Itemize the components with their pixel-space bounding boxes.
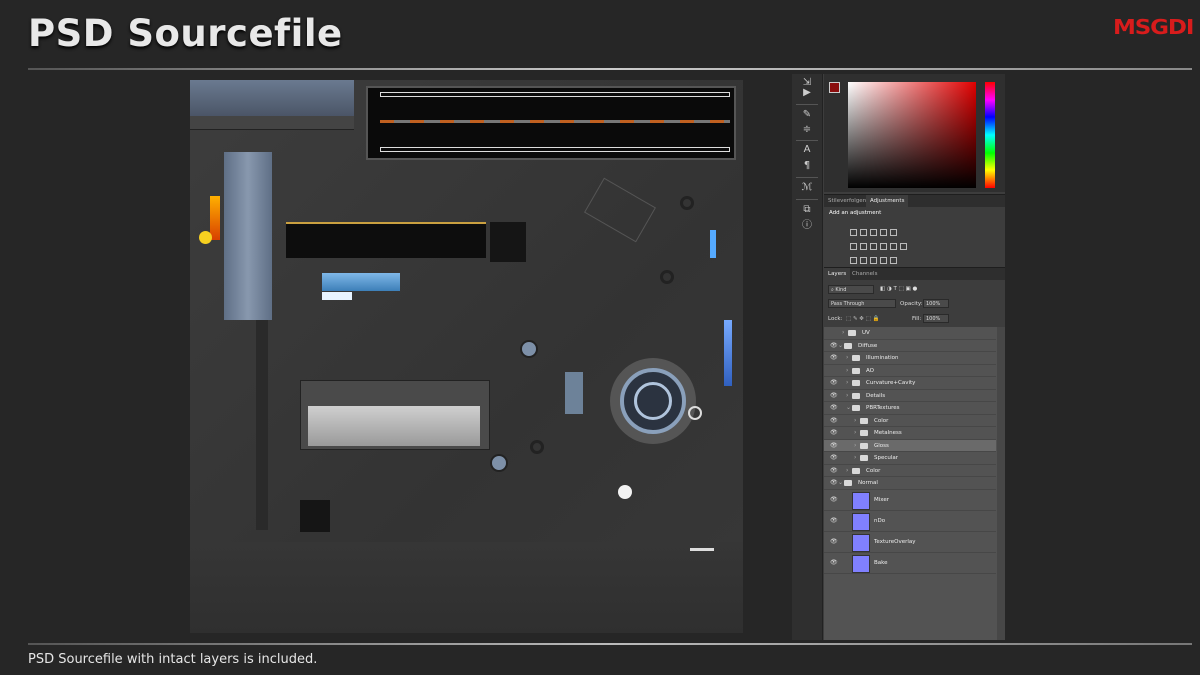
layer-name: Illumination [866, 355, 899, 361]
tab-layers[interactable]: Layers [824, 268, 851, 280]
eye-icon[interactable]: 👁 [830, 538, 838, 545]
adjustment-icons-row-2[interactable] [850, 235, 910, 250]
layer-name: Details [866, 392, 886, 399]
eye-icon[interactable]: 👁 [830, 480, 838, 486]
layer-row[interactable]: 👁 › Specular [824, 452, 996, 465]
play-icon[interactable]: ▶ [801, 87, 813, 99]
brush-icon[interactable]: ✎ [801, 109, 813, 121]
layer-row[interactable]: 👁 Bake [824, 553, 996, 574]
layer-name: Specular [874, 455, 899, 461]
layer-name: Mixer [874, 496, 890, 503]
eye-icon[interactable]: 👁 [830, 517, 838, 524]
layer-row[interactable]: 👁 Mixer [824, 490, 996, 511]
eye-icon[interactable]: 👁 [830, 417, 838, 424]
layer-row[interactable]: 👁 › Metalness [824, 427, 996, 440]
eye-icon[interactable]: 👁 [830, 380, 838, 386]
eye-icon[interactable]: 👁 [830, 430, 838, 436]
tab-adjustments[interactable]: Adjustments [866, 195, 909, 207]
color-picker-panel [824, 74, 1005, 192]
layer-row[interactable]: 👁 › Curvature+Cavity [824, 377, 996, 390]
blend-mode-select[interactable]: Pass Through [828, 299, 896, 308]
eye-icon[interactable]: 👁 [830, 405, 838, 411]
layer-row-selected[interactable]: 👁 › Gloss [824, 439, 996, 452]
layer-thumbnail [852, 512, 870, 531]
lock-label: Lock: [828, 316, 843, 322]
photoshop-panels: ⇲ ▶ ✎ ≑ A ¶ ℳ ⧉ ⓘ Stileverfolgen Adjustm… [792, 74, 1005, 640]
opacity-field[interactable]: 100% [923, 299, 949, 308]
layers-tabbar: Layers Channels [824, 267, 1005, 280]
layers-list: › UV 👁 ⌄ Diffuse 👁 › Illumination › AO 👁… [824, 327, 1005, 640]
fill-label: Fill: [912, 316, 922, 322]
layer-name: TextureOverlay [874, 538, 916, 545]
adjustments-tabbar: Stileverfolgen Adjustments [824, 194, 1005, 207]
eye-icon[interactable]: 👁 [830, 455, 838, 461]
layer-name: Color [874, 417, 889, 424]
layer-thumbnail [852, 533, 870, 552]
info-icon[interactable]: ⓘ [801, 220, 813, 232]
layer-name: PBRTextures [866, 405, 900, 411]
lock-icons[interactable]: ⬚ ✎ ✥ ⬚ 🔒 [846, 315, 879, 323]
eye-icon[interactable]: 👁 [830, 442, 838, 449]
foreground-color-swatch[interactable] [829, 82, 840, 93]
filter-icons[interactable]: ◧ ◑ T ⬚ ▣ ● [880, 285, 917, 293]
eye-icon[interactable]: 👁 [830, 355, 838, 361]
type-icon[interactable]: A [801, 144, 813, 156]
layer-name: Normal [858, 480, 878, 486]
top-divider [28, 68, 1192, 70]
eye-icon[interactable]: 👁 [830, 559, 838, 566]
saturation-value-field[interactable] [848, 82, 976, 188]
layer-row[interactable]: 👁 › Details [824, 390, 996, 402]
kind-filter-label: Kind [835, 287, 847, 293]
tab-channels[interactable]: Channels [848, 268, 881, 280]
slide-title: PSD Sourcefile [28, 12, 343, 55]
kind-filter-select[interactable]: ⌕ Kind [828, 285, 874, 294]
tab-styles[interactable]: Stileverfolgen [824, 195, 870, 207]
layer-name: Curvature+Cavity [866, 380, 916, 386]
layer-row[interactable]: 👁 ⌄ PBRTextures [824, 402, 996, 415]
layer-name: Metalness [874, 430, 902, 436]
layer-name: Bake [874, 559, 888, 566]
slide-caption: PSD Sourcefile with intact layers is inc… [28, 652, 318, 667]
layer-row[interactable]: › UV [824, 327, 996, 340]
layer-name: Gloss [874, 442, 889, 449]
layer-row[interactable]: 👁 › Illumination [824, 352, 996, 365]
layer-thumbnail [852, 554, 870, 573]
bottom-divider [28, 643, 1192, 645]
texture-sheet-image [190, 80, 743, 633]
tool-strip: ⇲ ▶ ✎ ≑ A ¶ ℳ ⧉ ⓘ [792, 74, 823, 640]
eye-icon[interactable]: 👁 [830, 342, 838, 349]
adjust-icon[interactable]: ≑ [801, 124, 813, 136]
layer-name: AO [866, 367, 874, 374]
fill-field[interactable]: 100% [923, 314, 949, 323]
eye-icon[interactable]: 👁 [830, 467, 838, 474]
layer-thumbnail [852, 491, 870, 510]
layer-name: Diffuse [858, 342, 878, 349]
layer-row[interactable]: 👁 › Color [824, 415, 996, 427]
eye-icon[interactable]: 👁 [830, 496, 838, 503]
layer-name: nDo [874, 517, 886, 524]
layer-name: UV [862, 330, 870, 336]
opacity-label: Opacity: [900, 301, 923, 307]
layer-name: Color [866, 467, 881, 474]
hue-slider[interactable] [985, 82, 995, 188]
adjustment-icons-row-3[interactable] [850, 249, 900, 264]
layer-row[interactable]: 👁 TextureOverlay [824, 532, 996, 553]
adjustments-heading: Add an adjustment [829, 210, 882, 216]
layer-row[interactable]: › AO [824, 365, 996, 377]
eye-icon[interactable]: 👁 [830, 392, 838, 399]
paragraph-icon[interactable]: ¶ [801, 160, 813, 172]
brand-logo: MSGDI [1113, 15, 1194, 39]
adjustment-icons-row-1[interactable] [850, 221, 900, 236]
glyph-icon[interactable]: ℳ [801, 182, 813, 194]
layers-scrollbar[interactable] [997, 327, 1005, 640]
layer-row[interactable]: 👁 › Color [824, 465, 996, 477]
layers-icon[interactable]: ⧉ [801, 204, 813, 216]
layer-row[interactable]: 👁 nDo [824, 511, 996, 532]
layer-row[interactable]: 👁 ⌄ Normal [824, 477, 996, 490]
layer-row[interactable]: 👁 ⌄ Diffuse [824, 340, 996, 352]
